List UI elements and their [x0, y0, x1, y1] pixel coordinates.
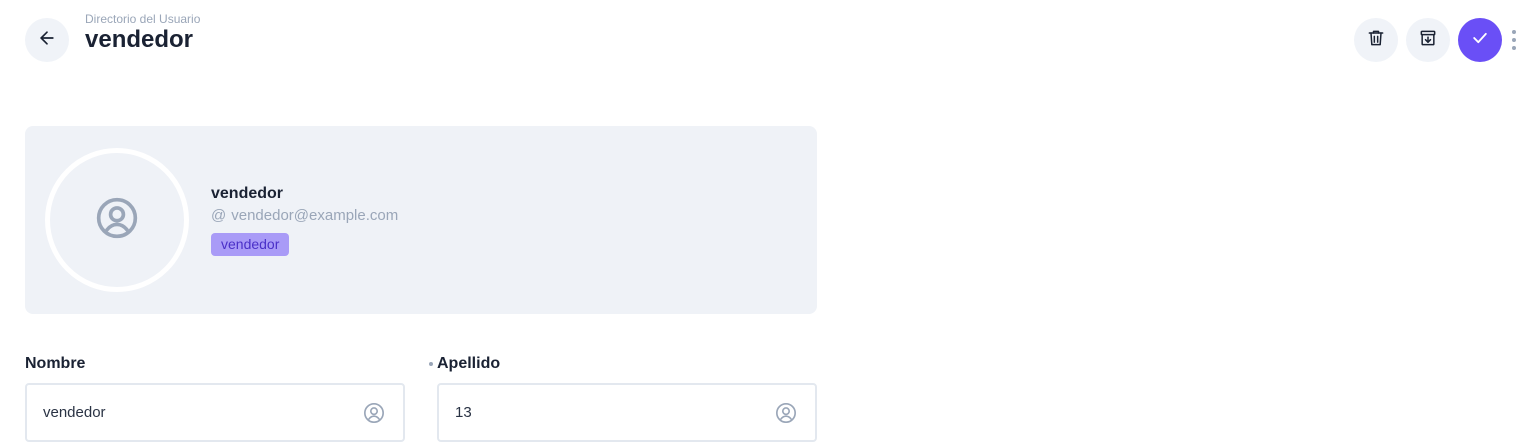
avatar[interactable] [45, 148, 189, 292]
apellido-field[interactable] [455, 385, 755, 440]
required-indicator [429, 362, 433, 366]
archive-button[interactable] [1406, 18, 1450, 62]
arrow-left-icon [37, 28, 57, 53]
at-icon: @ [211, 207, 227, 224]
user-circle-icon [363, 402, 385, 424]
back-button[interactable] [25, 18, 69, 62]
user-circle-icon [95, 196, 139, 245]
more-vertical-icon-dot [1512, 30, 1516, 34]
more-vertical-icon-dot [1512, 46, 1516, 50]
nombre-label: Nombre [25, 355, 86, 372]
profile-card: vendedor @ vendedor@example.com vendedor [25, 126, 817, 314]
profile-email: @ vendedor@example.com [211, 207, 398, 224]
breadcrumb: Directorio del Usuario [85, 12, 201, 26]
more-options-button[interactable] [1508, 30, 1520, 50]
profile-name: vendedor [211, 185, 284, 202]
apellido-label: Apellido [437, 355, 501, 372]
user-circle-icon [775, 402, 797, 424]
nombre-field-wrapper [25, 383, 405, 442]
nombre-field[interactable] [43, 385, 343, 440]
save-button[interactable] [1458, 18, 1502, 62]
delete-button[interactable] [1354, 18, 1398, 62]
apellido-field-wrapper [437, 383, 817, 442]
page-title: vendedor [85, 26, 194, 53]
check-icon [1470, 28, 1490, 53]
trash-icon [1366, 28, 1386, 53]
more-vertical-icon-dot [1512, 38, 1516, 42]
role-badge: vendedor [211, 233, 290, 256]
profile-email-text: vendedor@example.com [231, 207, 399, 224]
archive-download-icon [1418, 28, 1438, 53]
user-directory-page: Directorio del Usuario vendedor vendedor… [0, 0, 1528, 446]
